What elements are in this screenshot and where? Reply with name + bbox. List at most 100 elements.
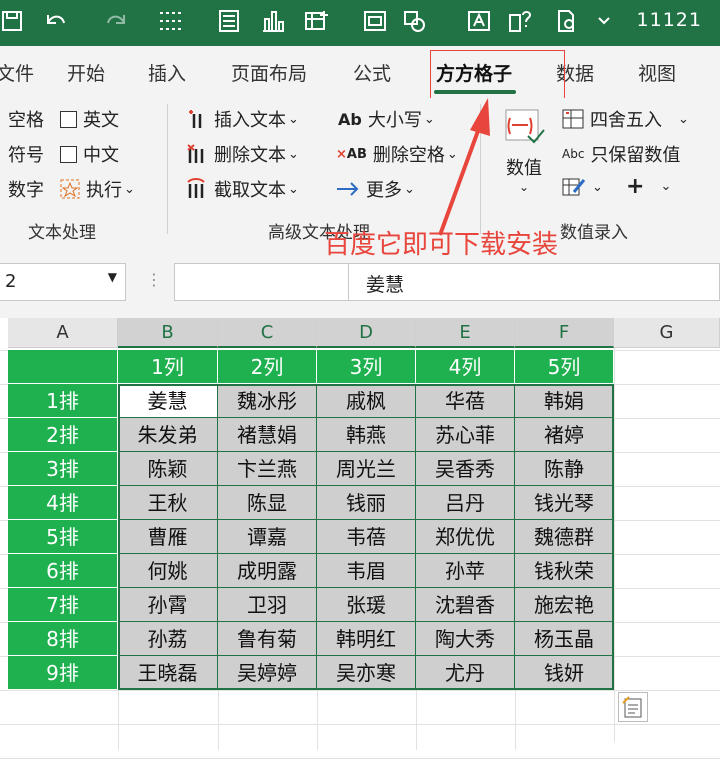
table-cell[interactable]: 孙霄	[118, 588, 218, 622]
table-cell[interactable]: 魏冰彤	[218, 384, 317, 418]
table-insert-icon[interactable]	[300, 6, 334, 36]
table-cell[interactable]: 钱秋荣	[515, 554, 614, 588]
header-cell[interactable]: 4列	[416, 350, 515, 384]
table-cell[interactable]: 郑优优	[416, 520, 515, 554]
column-header-b[interactable]: B	[118, 318, 218, 348]
table-cell[interactable]: 杨玉晶	[515, 622, 614, 656]
chevron-down-icon[interactable]: ▼	[108, 270, 117, 284]
row-label-cell[interactable]: 1排	[8, 384, 118, 418]
table-cell[interactable]: 钱妍	[515, 656, 614, 690]
row-label-cell[interactable]: 3排	[8, 452, 118, 486]
corner-cell[interactable]	[8, 350, 118, 384]
formula-input[interactable]	[174, 263, 720, 301]
table-cell[interactable]: 谭嘉	[218, 520, 317, 554]
table-cell[interactable]: 褚婷	[515, 418, 614, 452]
header-cell[interactable]: 1列	[118, 350, 218, 384]
table-cell[interactable]: 韩明红	[317, 622, 416, 656]
tab-file[interactable]: 文件	[0, 59, 34, 86]
table-cell[interactable]: 陈静	[515, 452, 614, 486]
header-cell[interactable]: 5列	[515, 350, 614, 384]
tab-view[interactable]: 视图	[638, 59, 676, 86]
table-cell[interactable]: 陈显	[218, 486, 317, 520]
insert-text-button[interactable]: 插入文本	[186, 106, 299, 132]
column-header-e[interactable]: E	[416, 318, 515, 348]
table-cell[interactable]: 陶大秀	[416, 622, 515, 656]
table-cell[interactable]: 华蓓	[416, 384, 515, 418]
paste-options-icon[interactable]	[618, 692, 648, 722]
table-cell[interactable]: 韩燕	[317, 418, 416, 452]
more-button[interactable]: 更多	[336, 176, 415, 202]
text-box-icon[interactable]	[464, 6, 494, 36]
table-cell[interactable]: 周光兰	[317, 452, 416, 486]
row-label-cell[interactable]: 2排	[8, 418, 118, 452]
table-cell[interactable]: 韦眉	[317, 554, 416, 588]
tab-home[interactable]: 开始	[67, 59, 105, 86]
help-icon[interactable]	[506, 6, 536, 36]
table-cell[interactable]: 鲁有菊	[218, 622, 317, 656]
save-icon[interactable]	[0, 6, 26, 36]
undo-icon[interactable]	[38, 6, 72, 36]
name-box[interactable]: 2 ▼	[0, 263, 126, 301]
redo-icon[interactable]	[100, 6, 134, 36]
table-cell[interactable]: 吴香秀	[416, 452, 515, 486]
calculator-icon[interactable]	[214, 6, 244, 36]
table-cell[interactable]: 吕丹	[416, 486, 515, 520]
table-cell[interactable]: 韦蓓	[317, 520, 416, 554]
tab-page-layout[interactable]: 页面布局	[231, 59, 307, 86]
table-cell[interactable]: 施宏艳	[515, 588, 614, 622]
table-cell[interactable]: 褚慧娟	[218, 418, 317, 452]
symbol-button[interactable]: 符号	[8, 141, 44, 167]
table-cell[interactable]: 孙苹	[416, 554, 515, 588]
tab-formulas[interactable]: 公式	[353, 59, 391, 86]
space-button[interactable]: 空格	[8, 106, 44, 132]
header-cell[interactable]: 3列	[317, 350, 416, 384]
table-cell[interactable]: 钱光琴	[515, 486, 614, 520]
keep-values-button[interactable]: Abc 只保留数值	[562, 141, 680, 167]
chart-icon[interactable]	[256, 6, 290, 36]
table-cell[interactable]: 尤丹	[416, 656, 515, 690]
row-label-cell[interactable]: 4排	[8, 486, 118, 520]
table-cell[interactable]: 戚枫	[317, 384, 416, 418]
english-checkbox[interactable]: 英文	[60, 106, 119, 132]
table-cell[interactable]: 孙荔	[118, 622, 218, 656]
extract-text-button[interactable]: 截取文本	[186, 176, 299, 202]
row-label-cell[interactable]: 8排	[8, 622, 118, 656]
table-cell[interactable]: 王秋	[118, 486, 218, 520]
row-label-cell[interactable]: 7排	[8, 588, 118, 622]
delete-text-button[interactable]: 删除文本	[186, 141, 299, 167]
table-cell[interactable]: 王晓磊	[118, 656, 218, 690]
column-header-a[interactable]: A	[8, 318, 118, 348]
screenshot-icon[interactable]	[360, 6, 390, 36]
column-header-f[interactable]: F	[515, 318, 614, 348]
column-header-d[interactable]: D	[317, 318, 416, 348]
table-cell[interactable]: 朱发弟	[118, 418, 218, 452]
execute-button[interactable]: 执行	[60, 176, 135, 202]
row-label-cell[interactable]: 6排	[8, 554, 118, 588]
edit-button[interactable]: ⌄	[562, 176, 603, 198]
table-cell[interactable]: 成明露	[218, 554, 317, 588]
tab-insert[interactable]: 插入	[148, 59, 186, 86]
column-header-c[interactable]: C	[218, 318, 317, 348]
borders-icon[interactable]	[156, 6, 186, 36]
row-label-cell[interactable]: 9排	[8, 656, 118, 690]
number-button[interactable]: 数字	[8, 176, 44, 202]
table-cell[interactable]: 曹雁	[118, 520, 218, 554]
table-cell[interactable]: 张瑗	[317, 588, 416, 622]
chinese-checkbox[interactable]: 中文	[60, 141, 119, 167]
table-cell[interactable]: 卞兰燕	[218, 452, 317, 486]
round-button[interactable]: 四舍五入 ⌄	[562, 106, 689, 132]
column-header-g[interactable]: G	[614, 318, 720, 348]
table-cell[interactable]: 魏德群	[515, 520, 614, 554]
table-cell[interactable]: 韩娟	[515, 384, 614, 418]
table-cell[interactable]: 沈碧香	[416, 588, 515, 622]
table-cell[interactable]: 姜慧	[118, 384, 218, 418]
row-label-cell[interactable]: 5排	[8, 520, 118, 554]
table-cell[interactable]: 吴婷婷	[218, 656, 317, 690]
table-cell[interactable]: 卫羽	[218, 588, 317, 622]
table-cell[interactable]: 钱丽	[317, 486, 416, 520]
header-cell[interactable]: 2列	[218, 350, 317, 384]
print-preview-icon[interactable]	[552, 6, 582, 36]
spreadsheet-grid[interactable]: ABCDEFG 1列 2列 3列 4列 5列 1排 姜慧 魏冰彤 戚枫 华蓓 韩娟 2排 朱发弟 褚慧娟韩…	[0, 318, 720, 759]
table-cell[interactable]: 何姚	[118, 554, 218, 588]
chevron-down-icon[interactable]	[594, 6, 614, 36]
